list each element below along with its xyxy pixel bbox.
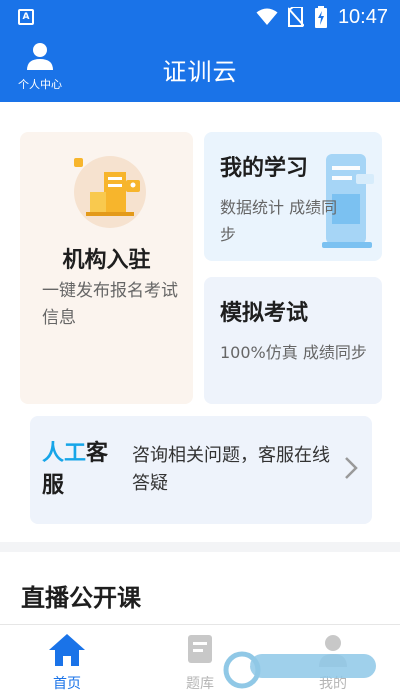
main-content: 机构入驻 一键发布报名考试信息 我的学习 数据统计 成绩同步 模拟考试 100%… <box>0 102 400 542</box>
home-icon <box>49 634 85 666</box>
org-entry-title: 机构入驻 <box>62 248 151 273</box>
clock: 10:47 <box>337 5 388 28</box>
watermark-logo <box>223 651 376 689</box>
app-notification-icon: A <box>18 9 34 25</box>
mock-exam-card[interactable]: 模拟考试 100%仿真 成绩同步 <box>204 277 382 404</box>
my-study-card[interactable]: 我的学习 数据统计 成绩同步 <box>204 132 382 261</box>
section-title: 直播公开课 <box>21 584 141 612</box>
app-title: 证训云 <box>162 58 238 86</box>
my-study-title: 我的学习 <box>220 156 309 181</box>
tab-home[interactable]: 首页 <box>27 633 107 693</box>
status-bar: A 10:47 <box>0 0 400 34</box>
status-icons: 10:47 <box>256 6 388 28</box>
customer-service-title: 人工客服 <box>42 438 122 502</box>
no-sim-icon <box>287 7 304 27</box>
org-entry-card[interactable]: 机构入驻 一键发布报名考试信息 <box>20 132 193 404</box>
customer-service-desc: 咨询相关问题，客服在线答疑 <box>132 445 330 494</box>
tab-home-label: 首页 <box>53 676 81 692</box>
mock-exam-desc: 100%仿真 成绩同步 <box>220 343 367 362</box>
chevron-right-icon <box>345 457 358 479</box>
app-header: 个人中心 证训云 <box>0 34 400 102</box>
customer-service-card[interactable]: 人工客服 咨询相关问题，客服在线答疑 <box>30 416 372 524</box>
organization-building-icon <box>74 156 146 228</box>
battery-charging-icon <box>314 6 327 28</box>
customer-service-title-highlight: 人工 <box>42 441 87 466</box>
my-study-desc: 数据统计 成绩同步 <box>220 198 338 244</box>
mock-exam-title: 模拟考试 <box>220 301 309 326</box>
wifi-icon <box>256 8 278 25</box>
org-entry-desc: 一键发布报名考试信息 <box>42 281 178 328</box>
live-course-section: 直播公开课 <box>0 552 400 624</box>
question-bank-icon <box>188 635 212 663</box>
